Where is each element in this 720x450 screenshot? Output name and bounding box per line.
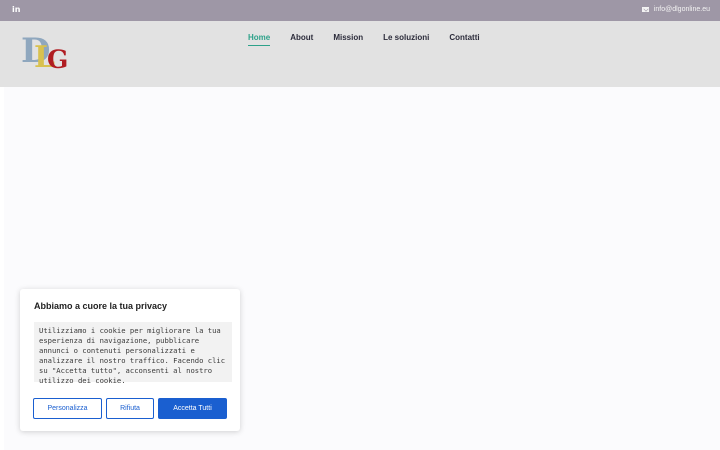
cookie-title: Abbiamo a cuore la tua privacy [34,301,168,311]
email-link[interactable]: info@dlgonline.eu [654,6,710,13]
nav-item-contatti[interactable]: Contatti [449,33,479,46]
accept-all-button[interactable]: Accetta Tutti [158,398,227,419]
envelope-icon [641,7,649,12]
cookie-consent-dialog: Abbiamo a cuore la tua privacy Utilizzia… [20,289,240,431]
nav-item-home[interactable]: Home [248,33,271,46]
nav-item-le-soluzioni[interactable]: Le soluzioni [383,33,429,46]
linkedin-icon[interactable]: in [12,5,20,14]
dlg-logo[interactable]: D L G [21,31,73,79]
nav-item-about[interactable]: About [290,33,313,46]
main-nav: Home About Mission Le soluzioni Contatti [248,33,500,46]
site-header: D L G Home About Mission Le soluzioni Co… [0,21,720,87]
top-bar: in info@dlgonline.eu [0,0,720,21]
email-contact[interactable]: info@dlgonline.eu [641,6,710,13]
logo-letter-g: G [47,45,69,74]
nav-item-mission[interactable]: Mission [333,33,363,46]
reject-button[interactable]: Rifiuta [106,398,154,419]
cookie-message: Utilizziamo i cookie per migliorare la t… [34,322,232,385]
customize-button[interactable]: Personalizza [33,398,102,419]
